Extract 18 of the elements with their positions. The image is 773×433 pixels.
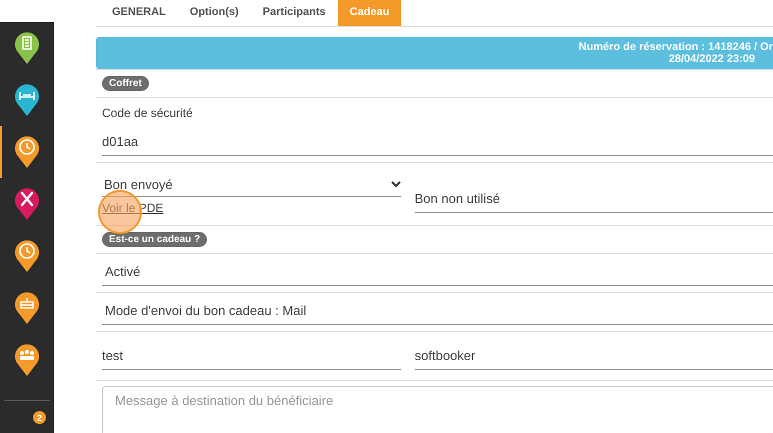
input-field[interactable]: Mode d'envoi du bon cadeau : Mail bbox=[102, 299, 773, 325]
message-textarea[interactable]: Message à destination du bénéficiaire bbox=[102, 386, 773, 433]
reservation-number: Numéro de réservation : 1418246 / Or bbox=[578, 41, 773, 53]
status-select[interactable]: Bon envoyé bbox=[102, 175, 401, 197]
chevron-down-icon bbox=[390, 181, 401, 188]
tab[interactable]: GENERAL bbox=[100, 0, 178, 26]
notification-badge: 2 bbox=[33, 411, 46, 424]
input-field[interactable]: Activé bbox=[102, 260, 773, 286]
input-field[interactable]: Bon non utilisé bbox=[414, 187, 773, 213]
field-label: Code de sécurité bbox=[102, 106, 194, 120]
tab[interactable]: Participants bbox=[250, 0, 338, 26]
reservation-date: 28/04/2022 23:09 bbox=[668, 53, 756, 65]
input-field[interactable]: test bbox=[102, 344, 401, 370]
tab[interactable]: Option(s) bbox=[178, 0, 251, 26]
section-tag: Est-ce un cadeau ? bbox=[102, 232, 208, 247]
input-field[interactable]: d01aa bbox=[102, 130, 773, 156]
input-field[interactable]: softbooker bbox=[414, 344, 773, 370]
section-tag: Coffret bbox=[102, 76, 149, 91]
